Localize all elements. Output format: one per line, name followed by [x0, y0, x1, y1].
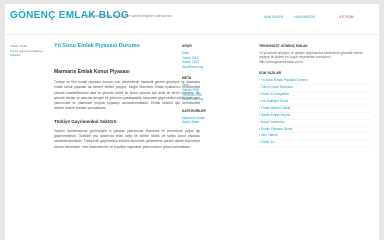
- site-description: Marmaris emlak piyasası ve satılık bölge…: [87, 14, 173, 18]
- recent-post-link[interactable]: Emlak Piyasası Genel: [259, 127, 369, 134]
- recent-post-link[interactable]: Kiralık Ev Arayanlar: [259, 92, 369, 99]
- post-title[interactable]: Yıl Sonu Emlak Piyasası Durumu: [54, 43, 200, 49]
- nav-contact-link[interactable]: İLETİŞİM: [339, 15, 354, 19]
- page: GÖNENÇ EMLAK BLOG Marmaris emlak piyasas…: [5, 4, 379, 240]
- post-meta: 4 Ekim 2018 Tescil: gonencemlakblog Etik…: [10, 44, 48, 58]
- categories-widget-title: KATEGORİLER: [182, 108, 206, 113]
- section-heading-2: Türkiye Gayrimenkul Sektörü: [54, 118, 117, 124]
- paragraph-1: Türkiye ve tüm emlak piyasası durumu son…: [54, 80, 200, 111]
- section-heading: Marmaris Emlak Konut Piyasası: [54, 69, 130, 75]
- site-header: GÖNENÇ EMLAK BLOG Marmaris emlak piyasas…: [5, 4, 379, 35]
- recent-post-link[interactable]: Emlak Alırken Dikkat: [259, 106, 369, 113]
- recent-post-link[interactable]: Satılık Ev: [259, 140, 369, 148]
- meta-widget-title: META: [182, 76, 192, 81]
- recent-post-link[interactable]: Konut Yatırımları: [259, 120, 369, 127]
- archive-widget-title: ARŞİV: [182, 44, 193, 48]
- category-link[interactable]: Satılık Daire: [182, 120, 252, 125]
- nav-about-link[interactable]: HAKKIMIZDA: [294, 15, 315, 19]
- recent-posts-title: SON YAZILAR: [259, 71, 281, 76]
- recent-post-link[interactable]: Yeni Yatırım: [259, 133, 369, 141]
- post-author-link[interactable]: Etiketler: [10, 53, 48, 58]
- about-text: Yıl yıl sürekli büyüyen ve gelişen gayri…: [259, 51, 363, 64]
- sidebar-middle: ARŞİV Ekim Yazlık 2015 Kasım 2015 WordPr…: [182, 44, 252, 125]
- about-widget-title: TEKNOHOST GÖNENÇ EMLAK: [259, 44, 308, 48]
- recent-post-link[interactable]: Her Mülkiyet Temel: [259, 99, 369, 106]
- post-content: Yıl Sonu Emlak Piyasası Durumu Marmaris …: [54, 40, 200, 150]
- sidebar-right: TEKNOHOST GÖNENÇ EMLAK Yıl yıl sürekli b…: [259, 44, 369, 148]
- recent-post-link[interactable]: Satılık Emlak Seçimi: [259, 113, 369, 120]
- recent-post-link[interactable]: Yıl Sonu Emlak Piyasası Durumu: [259, 78, 369, 86]
- recent-post-link[interactable]: Turizm Kenti Marmaris: [259, 85, 369, 93]
- nav-home-link[interactable]: ANA SAYFA: [264, 15, 283, 19]
- paragraph-2: Yapılan incelemelerde görülmüştür ki yab…: [54, 128, 200, 149]
